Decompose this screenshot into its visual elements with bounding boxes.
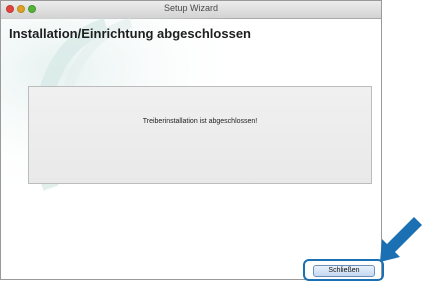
setup-wizard-window: Setup Wizard Installation/Einrichtung ab…	[0, 0, 382, 280]
page-heading: Installation/Einrichtung abgeschlossen	[9, 26, 251, 41]
title-bar: Setup Wizard	[1, 1, 381, 19]
message-panel: Treiberinstallation ist abgeschlossen!	[28, 86, 372, 184]
completion-message: Treiberinstallation ist abgeschlossen!	[142, 118, 258, 125]
pointer-arrow-icon	[380, 217, 422, 262]
window-title: Setup Wizard	[163, 3, 219, 13]
